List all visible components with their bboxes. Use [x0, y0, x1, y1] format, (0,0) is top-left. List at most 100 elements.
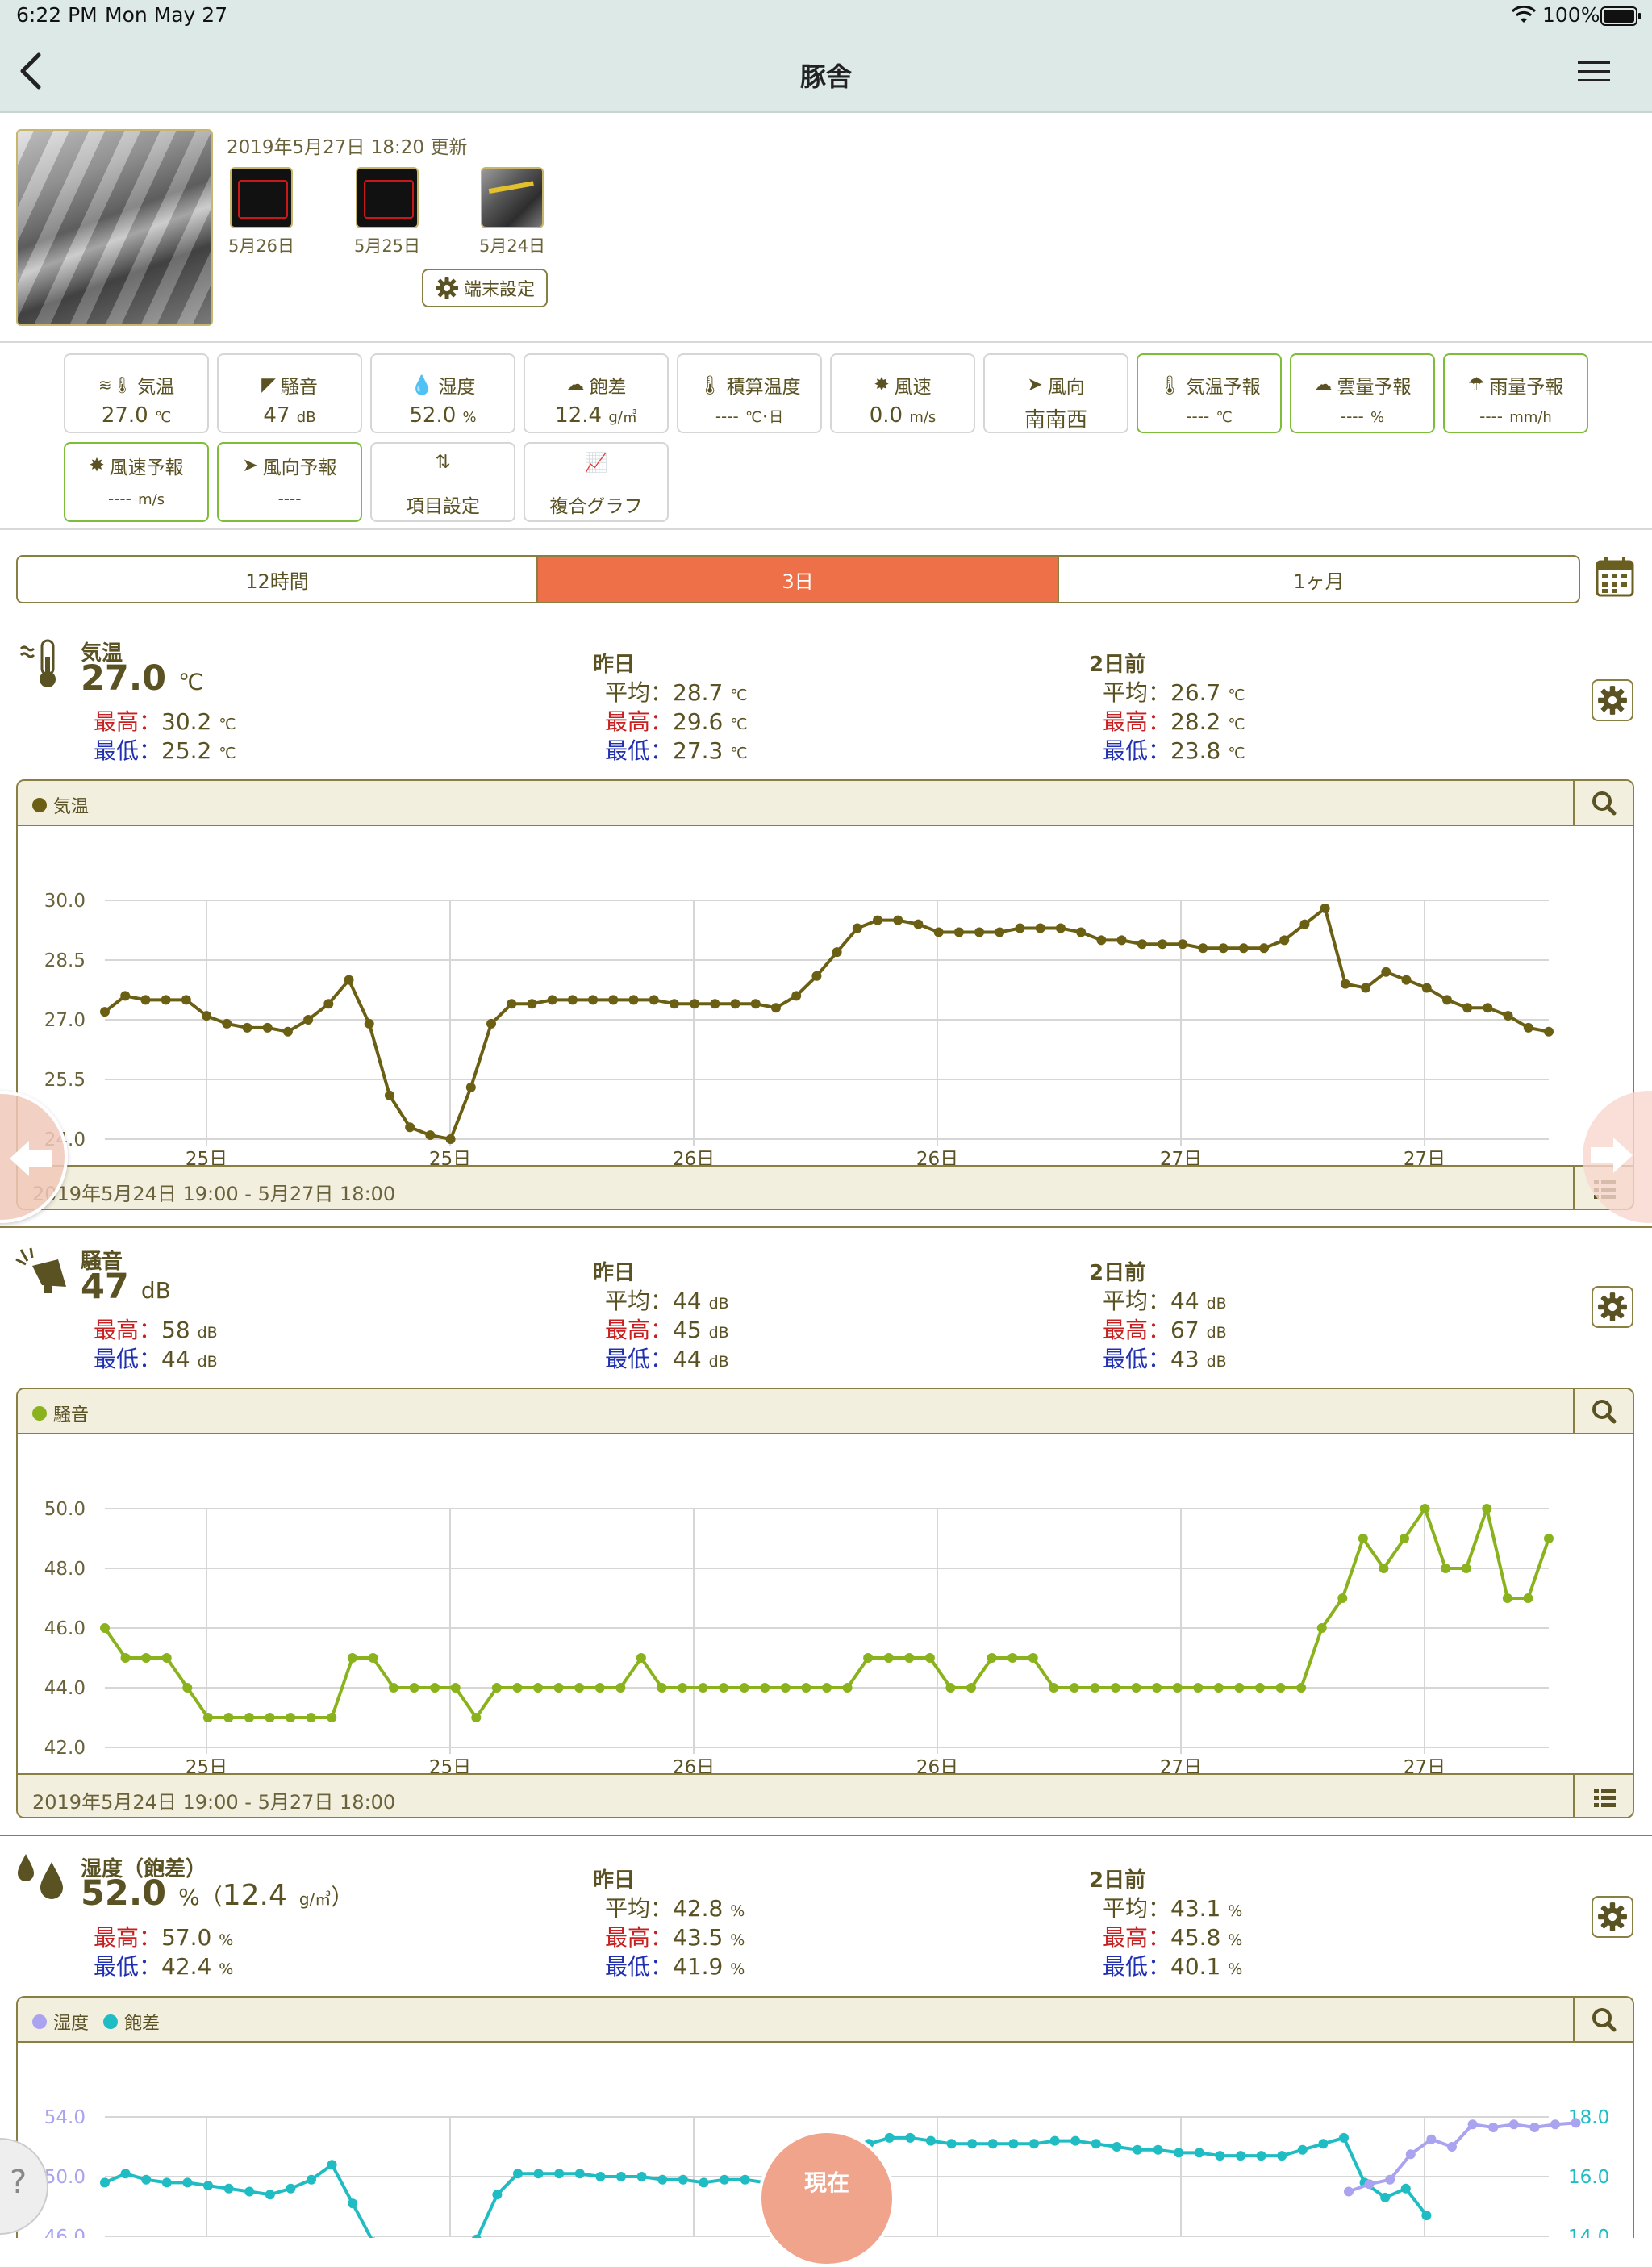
data-point [657, 1683, 667, 1693]
data-point [1502, 1593, 1512, 1603]
noise-settings-button[interactable] [1592, 1286, 1633, 1328]
tile-wind-speed[interactable]: ✸ 風速 0.0 m/s [830, 353, 975, 433]
data-point [863, 1653, 874, 1663]
history-thumb-1[interactable] [230, 167, 293, 228]
history-thumb-3[interactable] [481, 167, 544, 228]
data-point [286, 2183, 296, 2194]
data-point [554, 2169, 565, 2179]
temp-zoom-button[interactable] [1573, 781, 1633, 826]
x-tick-label: 26日 [916, 1757, 958, 1773]
data-point [223, 2183, 234, 2194]
menu-icon[interactable] [1578, 60, 1610, 84]
temp-max: 最高：30.2 ℃ [94, 708, 236, 735]
thermometer-sum-icon: 🌡 [698, 374, 722, 396]
history-thumb-2-date: 5月25日 [353, 236, 421, 256]
data-point [1482, 1504, 1492, 1513]
noise-2days-min: 最低：43 dB [1103, 1346, 1227, 1372]
tile-humidity[interactable]: 💧 湿度 52.0 % [370, 353, 515, 433]
tile-label: 湿度 [438, 377, 476, 398]
data-point [140, 995, 151, 1005]
data-point [364, 1018, 374, 1029]
data-point [750, 999, 761, 1009]
tab-3-days[interactable]: 3日 [538, 555, 1059, 603]
humid-max: 最高：57.0 % [94, 1924, 234, 1951]
data-point [1299, 919, 1310, 929]
temp-min: 最低：25.2 ℃ [94, 737, 236, 764]
data-point [1318, 2139, 1329, 2149]
data-point [574, 2169, 585, 2179]
data-point [1441, 995, 1452, 1005]
arrow-right-icon [1591, 1138, 1633, 1173]
x-tick-label: 25日 [429, 1149, 471, 1165]
wind-speed-icon: ✸ [874, 374, 890, 395]
temp-settings-button[interactable] [1592, 679, 1633, 721]
camera-snapshot[interactable] [16, 129, 213, 326]
thermometer-icon: ≋🌡 [98, 375, 133, 395]
data-point [842, 1683, 853, 1693]
tile-value: 27.0 [101, 403, 148, 428]
tile-wind-speed-forecast[interactable]: ✸ 風速予報 ---- m/s [64, 442, 209, 522]
composite-graph-button[interactable]: 📈 複合グラフ [524, 442, 669, 522]
nav-bar: 豚舎 [0, 32, 1652, 113]
data-point [141, 2174, 152, 2185]
list-icon [1594, 1789, 1616, 1807]
data-point [100, 1623, 110, 1633]
series-line [103, 905, 1550, 1142]
data-point [710, 999, 720, 1009]
data-point [1483, 1003, 1493, 1013]
temp-2days-max: 最高：28.2 ℃ [1103, 708, 1245, 735]
calendar-icon[interactable] [1596, 555, 1634, 597]
humid-2days-title: 2日前 [1089, 1868, 1146, 1893]
tab-1-month[interactable]: 1ヶ月 [1059, 555, 1580, 603]
now-button[interactable]: 現在 [758, 2130, 895, 2267]
tile-accumulated-temp[interactable]: 🌡 積算温度 ---- ℃･日 [677, 353, 822, 433]
tile-saturation-deficit[interactable]: ☁ 飽差 12.4 g/㎥ [524, 353, 669, 433]
device-settings-label: 端末設定 [463, 280, 535, 300]
x-tick-label: 27日 [1160, 1149, 1202, 1165]
tile-value: ---- [1479, 407, 1504, 426]
data-point [595, 2172, 606, 2181]
data-point [1133, 2144, 1142, 2155]
data-point [801, 1683, 811, 1693]
data-point [389, 1683, 398, 1693]
data-point [409, 1683, 419, 1693]
data-point [1213, 1683, 1224, 1693]
tile-temp-forecast[interactable]: 🌡 気温予報 ---- ℃ [1137, 353, 1282, 433]
data-point [262, 1022, 273, 1033]
data-point [739, 1683, 749, 1693]
data-point [926, 2135, 936, 2146]
data-point [1279, 935, 1290, 946]
tile-rain-forecast[interactable]: ☂ 雨量予報 ---- mm/h [1443, 353, 1588, 433]
tile-noise[interactable]: ◤ 騒音 47 dB [217, 353, 362, 433]
y-tick-label: 30.0 [44, 891, 86, 912]
humid-settings-button[interactable] [1592, 1896, 1633, 1938]
data-point [1035, 923, 1045, 933]
data-point [1358, 1534, 1368, 1543]
data-point [1008, 2139, 1019, 2149]
temp-date-range: 2019年5月24日 19:00 - 5月27日 18:00 [32, 1183, 396, 1205]
noise-list-button[interactable] [1573, 1775, 1633, 1817]
noise-yesterday-title: 昨日 [593, 1261, 636, 1285]
tile-unit: ℃･日 [745, 409, 784, 426]
y-tick-label: 44.0 [44, 1678, 86, 1699]
tile-wind-direction[interactable]: ➤ 風向 南南西 [983, 353, 1128, 433]
noise-zoom-button[interactable] [1573, 1389, 1633, 1434]
data-point [1523, 1022, 1533, 1033]
history-thumb-2[interactable] [356, 167, 419, 228]
device-settings-button[interactable]: 端末設定 [422, 269, 548, 307]
item-settings-button[interactable]: ⇅ 項目設定 [370, 442, 515, 522]
gear-icon [1598, 1292, 1627, 1321]
tab-12-hours[interactable]: 12時間 [16, 555, 538, 603]
data-point [995, 927, 1005, 937]
tile-wind-direction-forecast[interactable]: ➤ 風向予報 ---- [217, 442, 362, 522]
data-point [945, 1683, 956, 1693]
humid-zoom-button[interactable] [1573, 1998, 1633, 2043]
data-point [1194, 2148, 1204, 2158]
tile-unit: g/㎥ [608, 409, 637, 426]
tile-temperature[interactable]: ≋🌡 気温 27.0 ℃ [64, 353, 209, 433]
tile-value: ---- [107, 489, 131, 508]
data-point [286, 1713, 296, 1722]
composite-graph-label: 複合グラフ [549, 496, 643, 517]
tile-value: 47 [263, 403, 290, 428]
tile-cloud-forecast[interactable]: ☁ 雲量予報 ---- % [1290, 353, 1435, 433]
